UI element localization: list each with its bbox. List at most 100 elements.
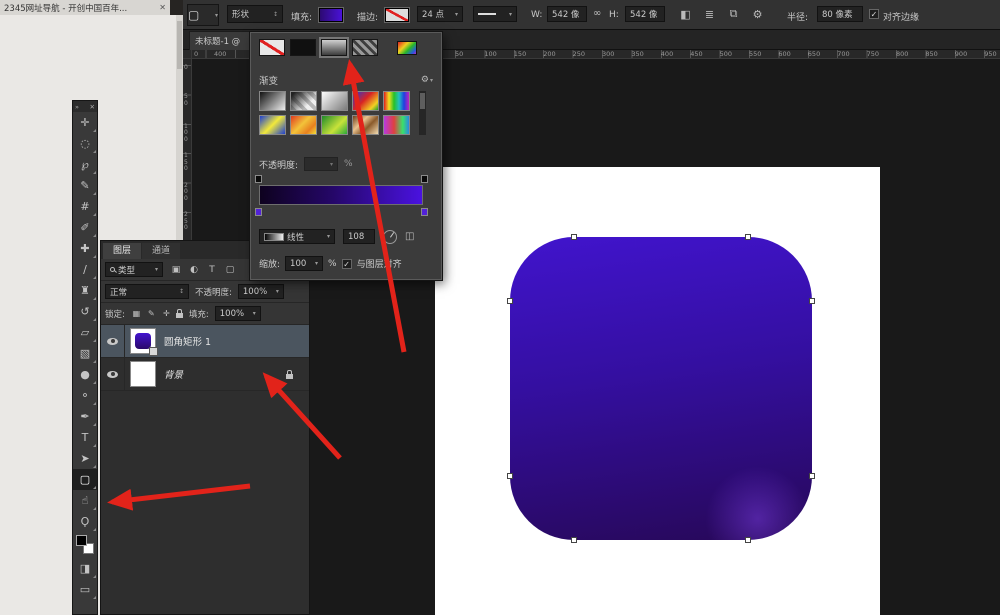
gradient-preset-copper[interactable]: [352, 115, 379, 135]
anchor-handle[interactable]: [507, 298, 513, 304]
path-arrange-icon[interactable]: ⧉: [725, 7, 742, 21]
anchor-handle[interactable]: [571, 234, 577, 240]
gradient-preset-fg-transparent[interactable]: [290, 91, 317, 111]
brush-tool[interactable]: ∕: [73, 259, 97, 280]
height-field[interactable]: 542 像: [625, 6, 665, 22]
align-edges-checkbox[interactable]: ✓: [869, 9, 879, 19]
path-align-icon[interactable]: ≣: [701, 8, 718, 21]
fill-opacity-field[interactable]: 100% ▾: [215, 306, 261, 321]
gradient-preset-white-gray[interactable]: [321, 91, 348, 111]
zoom-tool[interactable]: Ϙ: [73, 511, 97, 532]
crop-tool[interactable]: #: [73, 196, 97, 217]
fill-color-swatch[interactable]: [319, 8, 343, 22]
layer-visibility-toggle[interactable]: [101, 358, 125, 390]
gradient-preset-black-white[interactable]: [259, 91, 286, 111]
anchor-handle[interactable]: [507, 473, 513, 479]
dodge-tool[interactable]: ⚬: [73, 385, 97, 406]
fill-pattern-button[interactable]: [352, 39, 378, 56]
color-stop-left[interactable]: [255, 208, 262, 216]
gradient-tool[interactable]: ▧: [73, 343, 97, 364]
align-layer-checkbox[interactable]: ✓: [342, 259, 352, 269]
color-picker-swatch[interactable]: [397, 41, 417, 55]
foreground-color-swatch[interactable]: [76, 535, 87, 546]
stop-opacity-field[interactable]: ▾: [304, 157, 338, 171]
lock-position-icon[interactable]: ✛: [161, 309, 172, 318]
layer-visibility-toggle[interactable]: [101, 325, 125, 357]
gradient-preset-violet-green[interactable]: [383, 115, 410, 135]
anchor-handle[interactable]: [809, 298, 815, 304]
blur-tool[interactable]: ●: [73, 364, 97, 385]
width-field[interactable]: 542 像: [547, 6, 587, 22]
marquee-tool[interactable]: ◌: [73, 133, 97, 154]
hand-tool[interactable]: ☝: [73, 490, 97, 511]
layer-thumbnail[interactable]: [130, 328, 156, 354]
blend-mode-select[interactable]: 正常 ↕: [105, 284, 189, 299]
anchor-handle[interactable]: [571, 537, 577, 543]
stroke-color-swatch[interactable]: [385, 8, 409, 22]
scrollbar-thumb[interactable]: [420, 93, 425, 109]
shape-layer[interactable]: [510, 237, 812, 540]
angle-field[interactable]: 108: [343, 229, 375, 244]
filter-type-select[interactable]: 类型 ▾: [105, 262, 163, 277]
angle-dial-icon[interactable]: [383, 230, 397, 244]
canvas[interactable]: [435, 167, 880, 615]
layer-row[interactable]: 背景: [101, 358, 309, 391]
fill-gradient-button[interactable]: [321, 39, 347, 56]
clone-stamp-tool[interactable]: ♜: [73, 280, 97, 301]
browser-tab-close-icon[interactable]: ✕: [159, 3, 166, 12]
pen-tool[interactable]: ✒: [73, 406, 97, 427]
quick-mask-icon[interactable]: ◨: [73, 558, 97, 579]
reverse-icon[interactable]: ◫: [405, 231, 414, 242]
lock-all-icon[interactable]: [176, 313, 183, 318]
layer-row[interactable]: 圆角矩形 1: [101, 325, 309, 358]
gradient-type-select[interactable]: 线性 ▾: [259, 229, 335, 244]
quick-selection-tool[interactable]: ✎: [73, 175, 97, 196]
eraser-tool[interactable]: ▱: [73, 322, 97, 343]
gradient-preset-orange-yellow[interactable]: [290, 115, 317, 135]
tab-layers[interactable]: 图层: [103, 243, 141, 259]
path-selection-tool[interactable]: ➤: [73, 448, 97, 469]
screen-mode-icon[interactable]: ▭: [73, 579, 97, 600]
stroke-style-select[interactable]: ▾: [473, 6, 517, 22]
gear-icon[interactable]: ⚙: [749, 8, 766, 21]
fill-none-button[interactable]: [259, 39, 285, 56]
lock-pixels-icon[interactable]: ✎: [146, 309, 157, 318]
rounded-rectangle-tool[interactable]: ▢: [73, 469, 97, 490]
opacity-stop-right[interactable]: [421, 175, 428, 183]
collapse-panel-icon[interactable]: »: [75, 103, 79, 111]
filter-pixel-icon[interactable]: ▣: [169, 265, 183, 275]
gradient-settings-button[interactable]: ⚙ ▾: [421, 75, 433, 85]
filter-adjustment-icon[interactable]: ◐: [187, 265, 201, 275]
gradient-preset-primary-mix[interactable]: [352, 91, 379, 111]
tool-preset-button[interactable]: ▢ ▾: [187, 4, 219, 26]
healing-brush-tool[interactable]: ✚: [73, 238, 97, 259]
lasso-tool[interactable]: ℘: [73, 154, 97, 175]
history-brush-tool[interactable]: ↺: [73, 301, 97, 322]
type-tool[interactable]: T: [73, 427, 97, 448]
gradient-editor-bar[interactable]: [259, 185, 423, 205]
filter-type-icon[interactable]: T: [205, 265, 219, 275]
scale-field[interactable]: 100 ▾: [285, 256, 323, 271]
gradient-preset-blue-yellow-blue[interactable]: [259, 115, 286, 135]
presets-scrollbar[interactable]: [419, 91, 426, 135]
gradient-preset-green-yellow[interactable]: [321, 115, 348, 135]
anchor-handle[interactable]: [745, 234, 751, 240]
stroke-size-select[interactable]: 24 点 ▾: [417, 6, 463, 22]
close-panel-icon[interactable]: ✕: [90, 103, 95, 111]
browser-tab[interactable]: 2345网址导航 - 开创中国百年... ✕: [0, 0, 170, 15]
color-stop-right[interactable]: [421, 208, 428, 216]
filter-shape-icon[interactable]: ▢: [223, 265, 237, 275]
link-dimensions-icon[interactable]: ∞: [593, 8, 601, 19]
anchor-handle[interactable]: [809, 473, 815, 479]
lock-transparency-icon[interactable]: ▦: [131, 309, 142, 318]
fill-solid-button[interactable]: [290, 39, 316, 56]
radius-field[interactable]: 80 像素: [817, 6, 863, 22]
eyedropper-tool[interactable]: ✐: [73, 217, 97, 238]
opacity-stop-left[interactable]: [255, 175, 262, 183]
anchor-handle[interactable]: [745, 537, 751, 543]
document-tab[interactable]: 未标题-1 @: [189, 31, 259, 50]
gradient-preset-spectrum[interactable]: [383, 91, 410, 111]
move-tool[interactable]: ✛: [73, 112, 97, 133]
path-operations-icon[interactable]: ◧: [677, 8, 694, 21]
opacity-field[interactable]: 100% ▾: [238, 284, 284, 299]
